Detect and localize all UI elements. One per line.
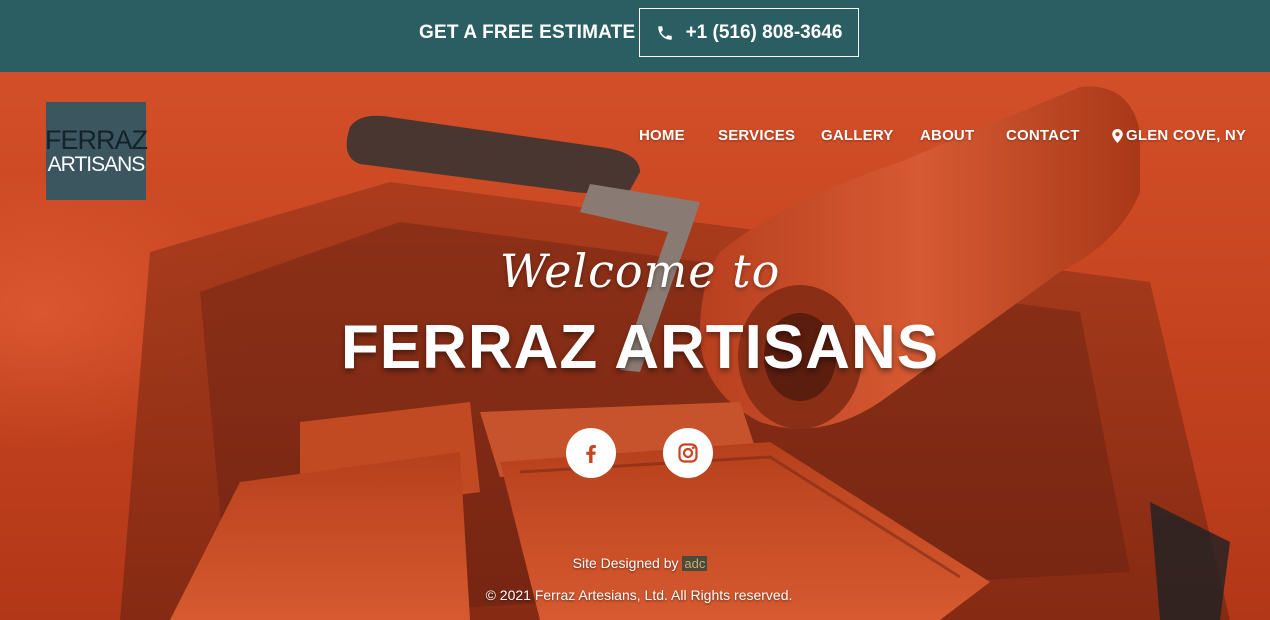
- nav-contact[interactable]: CONTACT: [1006, 127, 1080, 144]
- free-estimate-text: GET A FREE ESTIMATE: [419, 22, 636, 43]
- facebook-button[interactable]: [566, 428, 616, 478]
- facebook-icon: [586, 445, 596, 463]
- top-bar: GET A FREE ESTIMATE +1 (516) 808-3646: [0, 0, 1270, 72]
- main-nav: HOME SERVICES GALLERY ABOUT CONTACT GLEN…: [0, 127, 1270, 147]
- map-pin-icon: [1112, 128, 1123, 143]
- phone-number: +1 (516) 808-3646: [685, 21, 843, 43]
- logo-line-artisans: ARTISANS: [47, 152, 146, 176]
- instagram-button[interactable]: [663, 428, 713, 478]
- nav-home[interactable]: HOME: [639, 127, 685, 144]
- location-label: GLEN COVE, NY: [1126, 127, 1247, 144]
- nav-services[interactable]: SERVICES: [718, 127, 795, 144]
- welcome-heading: Welcome to: [499, 244, 781, 298]
- nav-gallery[interactable]: GALLERY: [821, 127, 894, 144]
- nav-about[interactable]: ABOUT: [920, 127, 974, 144]
- designed-by-label: Site Designed by: [572, 555, 679, 571]
- site-logo[interactable]: FERRAZ ARTISANS: [45, 102, 148, 200]
- site-credit: Site Designed by adc: [0, 555, 1270, 571]
- page-title: FERRAZ ARTISANS: [340, 313, 940, 382]
- nav-location[interactable]: GLEN COVE, NY: [1112, 127, 1246, 144]
- copyright-text: © 2021 Ferraz Artesians, Ltd. All Rights…: [485, 587, 793, 603]
- instagram-icon: [678, 443, 698, 463]
- phone-button[interactable]: +1 (516) 808-3646: [639, 8, 859, 57]
- hero-section: FERRAZ ARTISANS HOME SERVICES GALLERY AB…: [0, 72, 1270, 620]
- designer-link[interactable]: adc: [682, 556, 708, 571]
- phone-icon: [657, 25, 672, 40]
